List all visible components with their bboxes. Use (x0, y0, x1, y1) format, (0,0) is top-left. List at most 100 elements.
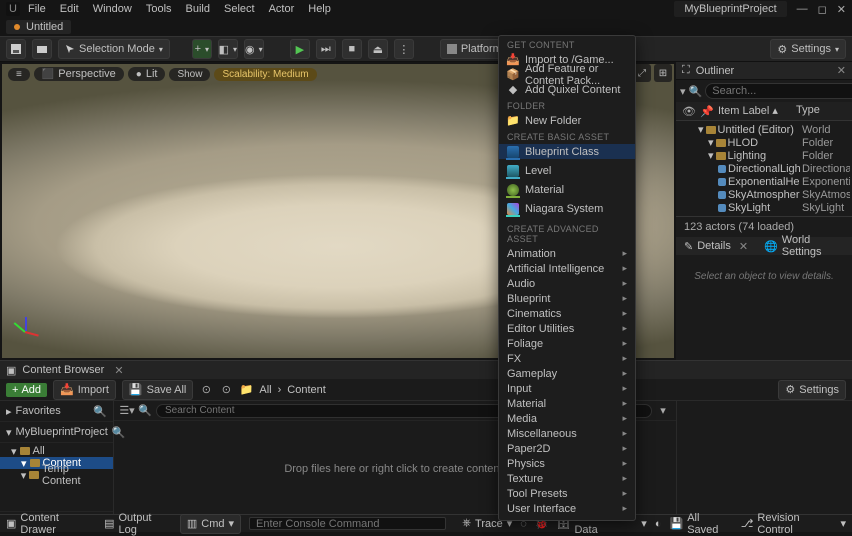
menu-file[interactable]: File (28, 3, 46, 15)
outliner-tab-label[interactable]: Outliner (696, 65, 735, 77)
menu-build[interactable]: Build (186, 3, 210, 15)
ctx-new-folder[interactable]: 📁New Folder (499, 113, 635, 128)
ctx-header-get-content: GET CONTENT (499, 36, 635, 52)
source-tree-row[interactable]: ▾ All (0, 445, 113, 457)
outliner-row[interactable]: DirectionalLightDirectionalLight (676, 162, 852, 175)
scalability-pill[interactable]: Scalability: Medium (214, 68, 316, 81)
ctx-animation[interactable]: Animation▸ (499, 246, 635, 261)
history-back-icon[interactable]: ⊙ (199, 383, 213, 397)
menu-select[interactable]: Select (224, 3, 255, 15)
menu-actor[interactable]: Actor (269, 3, 295, 15)
pin-col-icon[interactable]: 📌 (700, 104, 714, 118)
ctx-cinematics[interactable]: Cinematics▸ (499, 306, 635, 321)
ctx-blueprint-class[interactable]: Blueprint Class (499, 144, 635, 159)
source-tree[interactable]: ▾ All▾ Content▾ Temp Content (0, 443, 113, 511)
dirty-dot-icon (14, 24, 20, 30)
outliner-search-input[interactable] (705, 83, 852, 99)
outliner-col-label[interactable]: Item Label ▴ (718, 104, 792, 118)
outliner-row[interactable]: ExponentialHeightFogExponentialHeightFog (676, 175, 852, 188)
ctx-physics[interactable]: Physics▸ (499, 456, 635, 471)
perspective-button[interactable]: ⬛ Perspective (34, 67, 124, 81)
breadcrumb-content[interactable]: Content (287, 384, 326, 396)
breadcrumb-all[interactable]: All (259, 384, 271, 396)
progress-icon[interactable]: ◐ (655, 518, 662, 530)
outliner-row[interactable]: SkyLightSkyLight (676, 201, 852, 214)
snap-grid-icon[interactable]: ⊞ (654, 64, 672, 82)
ctx-material[interactable]: Material (499, 182, 635, 197)
outliner-row[interactable]: ▾ Untitled (Editor)World (676, 123, 852, 136)
maximize-icon[interactable]: ◻ (818, 3, 827, 16)
settings-button[interactable]: ⚙ Settings▾ (770, 39, 846, 59)
outliner-row[interactable]: SkyAtmosphereSkyAtmosphere (676, 188, 852, 201)
content-browser-close-icon[interactable]: ✕ (114, 364, 123, 377)
ctx-material[interactable]: Material▸ (499, 396, 635, 411)
cb-search-dropdown-icon[interactable]: ▾ (656, 404, 670, 418)
history-fwd-icon[interactable]: ⊙ (219, 383, 233, 397)
play-button[interactable]: ▶ (290, 39, 310, 59)
ctx-tool-presets[interactable]: Tool Presets▸ (499, 486, 635, 501)
outliner-col-type[interactable]: Type (796, 104, 846, 118)
ctx-add-quixel[interactable]: ◆Add Quixel Content (499, 82, 635, 97)
ctx-add-feature[interactable]: 📦Add Feature or Content Pack... (499, 67, 635, 82)
save-all-button[interactable]: 💾 Save All (122, 380, 193, 400)
import-button[interactable]: 📥 Import (53, 380, 116, 400)
ctx-paper2d[interactable]: Paper2D▸ (499, 441, 635, 456)
stop-button[interactable]: ■ (342, 39, 362, 59)
ctx-editor-utilities[interactable]: Editor Utilities▸ (499, 321, 635, 336)
content-browser-tab-label[interactable]: Content Browser (22, 364, 104, 376)
skip-button[interactable]: ⏭ (316, 39, 336, 59)
level-tab[interactable]: Untitled (6, 20, 71, 34)
ctx-header-basic: CREATE BASIC ASSET (499, 128, 635, 144)
outliner-row[interactable]: ▾ LightingFolder (676, 149, 852, 162)
outliner-close-icon[interactable]: ✕ (837, 64, 846, 77)
ctx-gameplay[interactable]: Gameplay▸ (499, 366, 635, 381)
visibility-col-icon[interactable]: 👁 (682, 104, 696, 118)
menu-help[interactable]: Help (308, 3, 331, 15)
menu-window[interactable]: Window (93, 3, 132, 15)
lit-button[interactable]: ● Lit (128, 67, 166, 81)
browse-button[interactable] (32, 39, 52, 59)
save-button[interactable] (6, 39, 26, 59)
ctx-input[interactable]: Input▸ (499, 381, 635, 396)
ctx-miscellaneous[interactable]: Miscellaneous▸ (499, 426, 635, 441)
project-section[interactable]: ▾ MyBlueprintProject🔍 (0, 422, 113, 443)
ctx-blueprint[interactable]: Blueprint▸ (499, 291, 635, 306)
breadcrumb-sep: › (278, 384, 282, 396)
close-icon[interactable]: ✕ (837, 3, 846, 16)
axis-gizmo (10, 316, 40, 346)
folder-icon[interactable]: 📁 (239, 383, 253, 397)
ctx-niagara[interactable]: Niagara System (499, 201, 635, 216)
cmd-dropdown[interactable]: ▥ Cmd ▾ (180, 514, 241, 534)
outliner-tree[interactable]: ▾ Untitled (Editor)World▾ HLODFolder▾ Li… (676, 121, 852, 216)
ctx-media[interactable]: Media▸ (499, 411, 635, 426)
viewport-menu-button[interactable]: ≡ (8, 68, 30, 81)
show-button[interactable]: Show (169, 68, 210, 81)
eject-button[interactable]: ⏏ (368, 39, 388, 59)
play-options-button[interactable]: ⋮ (394, 39, 414, 59)
filter-icon[interactable]: ▾ (680, 84, 686, 98)
cinematics-button[interactable]: ◉▾ (244, 39, 264, 59)
ctx-foliage[interactable]: Foliage▸ (499, 336, 635, 351)
details-tab[interactable]: ✎ Details✕ (676, 240, 756, 253)
console-input[interactable] (249, 517, 446, 530)
minimize-icon[interactable]: — (797, 3, 808, 16)
source-tree-row[interactable]: ▾ Temp Content (0, 469, 113, 481)
menu-tools[interactable]: Tools (146, 3, 172, 15)
add-content-button[interactable]: +▾ (192, 39, 212, 59)
ctx-user-interface[interactable]: User Interface▸ (499, 501, 635, 516)
selection-mode-button[interactable]: Selection Mode ▾ (58, 39, 170, 59)
ctx-texture[interactable]: Texture▸ (499, 471, 635, 486)
menu-edit[interactable]: Edit (60, 3, 79, 15)
cb-settings-button[interactable]: ⚙ Settings (778, 380, 846, 400)
favorites-section[interactable]: ▸ Favorites🔍 (0, 401, 113, 422)
marketplace-button[interactable]: ◧▾ (218, 39, 238, 59)
details-close-icon[interactable]: ✕ (739, 240, 748, 253)
ctx-level[interactable]: Level (499, 163, 635, 178)
cb-filter-icon[interactable]: ☰▾ (120, 404, 134, 418)
outliner-row[interactable]: ▾ HLODFolder (676, 136, 852, 149)
add-button[interactable]: + Add (6, 383, 47, 397)
search-fav-icon[interactable]: 🔍 (93, 404, 107, 418)
ctx-fx[interactable]: FX▸ (499, 351, 635, 366)
ctx-artificial-intelligence[interactable]: Artificial Intelligence▸ (499, 261, 635, 276)
ctx-audio[interactable]: Audio▸ (499, 276, 635, 291)
